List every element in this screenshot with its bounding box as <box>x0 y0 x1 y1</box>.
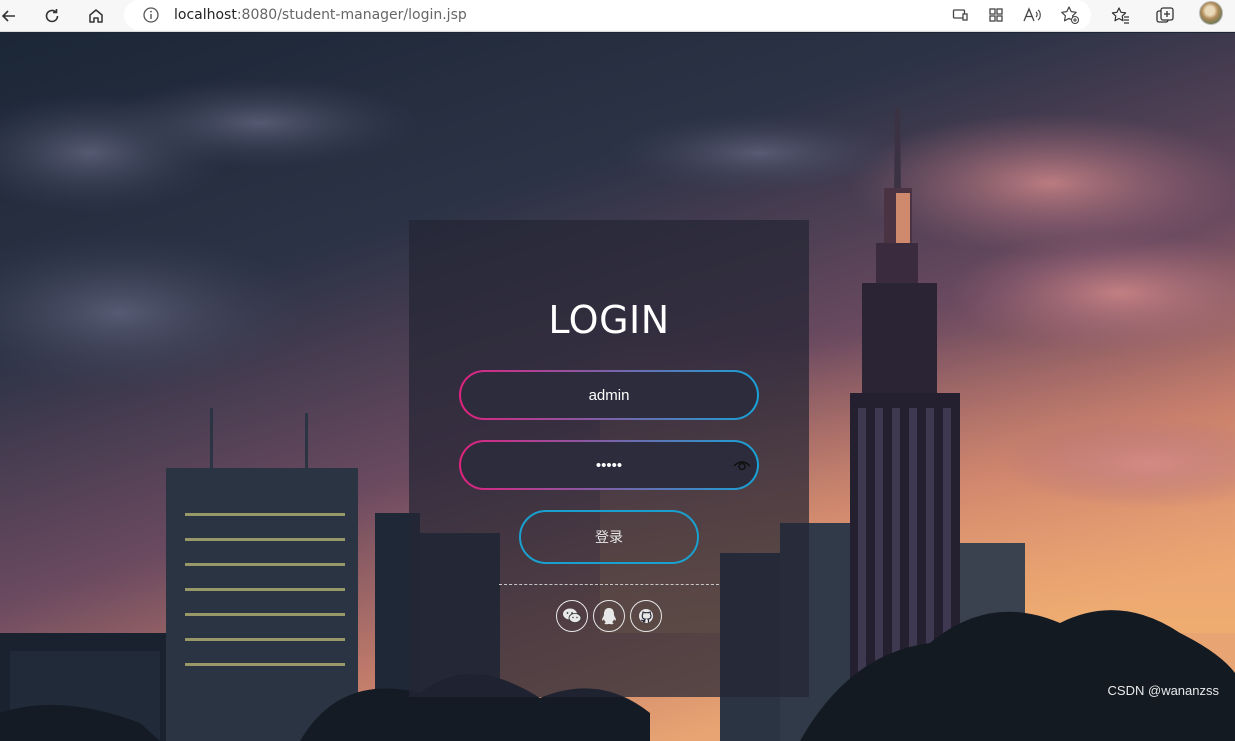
wechat-icon[interactable] <box>556 600 588 632</box>
show-password-eye-icon[interactable] <box>733 457 751 473</box>
add-favorite-icon[interactable] <box>1060 5 1080 25</box>
watermark: CSDN @wananzss <box>1107 683 1219 698</box>
favorites-icon[interactable] <box>1108 3 1134 29</box>
password-field-wrapper <box>459 440 759 490</box>
back-icon[interactable] <box>0 3 22 29</box>
login-card: LOGIN 登录 <box>409 220 809 697</box>
browser-toolbar: localhost:8080/student-manager/login.jsp <box>0 0 1235 32</box>
refresh-icon[interactable] <box>39 3 65 29</box>
url-host: localhost <box>174 7 237 23</box>
username-field-wrapper <box>459 370 759 420</box>
qq-icon[interactable] <box>593 600 625 632</box>
profile-avatar[interactable] <box>1199 1 1223 25</box>
divider <box>499 584 719 585</box>
username-input[interactable] <box>461 372 757 418</box>
collections-icon[interactable] <box>1152 3 1178 29</box>
app-grid-icon[interactable] <box>986 5 1006 25</box>
login-title: LOGIN <box>548 298 670 342</box>
github-icon[interactable] <box>630 600 662 632</box>
password-input[interactable] <box>461 442 757 488</box>
login-button[interactable]: 登录 <box>519 510 699 564</box>
info-icon[interactable] <box>142 6 160 29</box>
home-icon[interactable] <box>83 3 109 29</box>
screen-cast-icon[interactable] <box>950 5 970 25</box>
url-path: :8080/student-manager/login.jsp <box>236 7 467 23</box>
read-aloud-icon[interactable] <box>1022 5 1042 25</box>
address-bar[interactable]: localhost:8080/student-manager/login.jsp <box>124 0 1091 30</box>
url-text: localhost:8080/student-manager/login.jsp <box>174 7 467 23</box>
